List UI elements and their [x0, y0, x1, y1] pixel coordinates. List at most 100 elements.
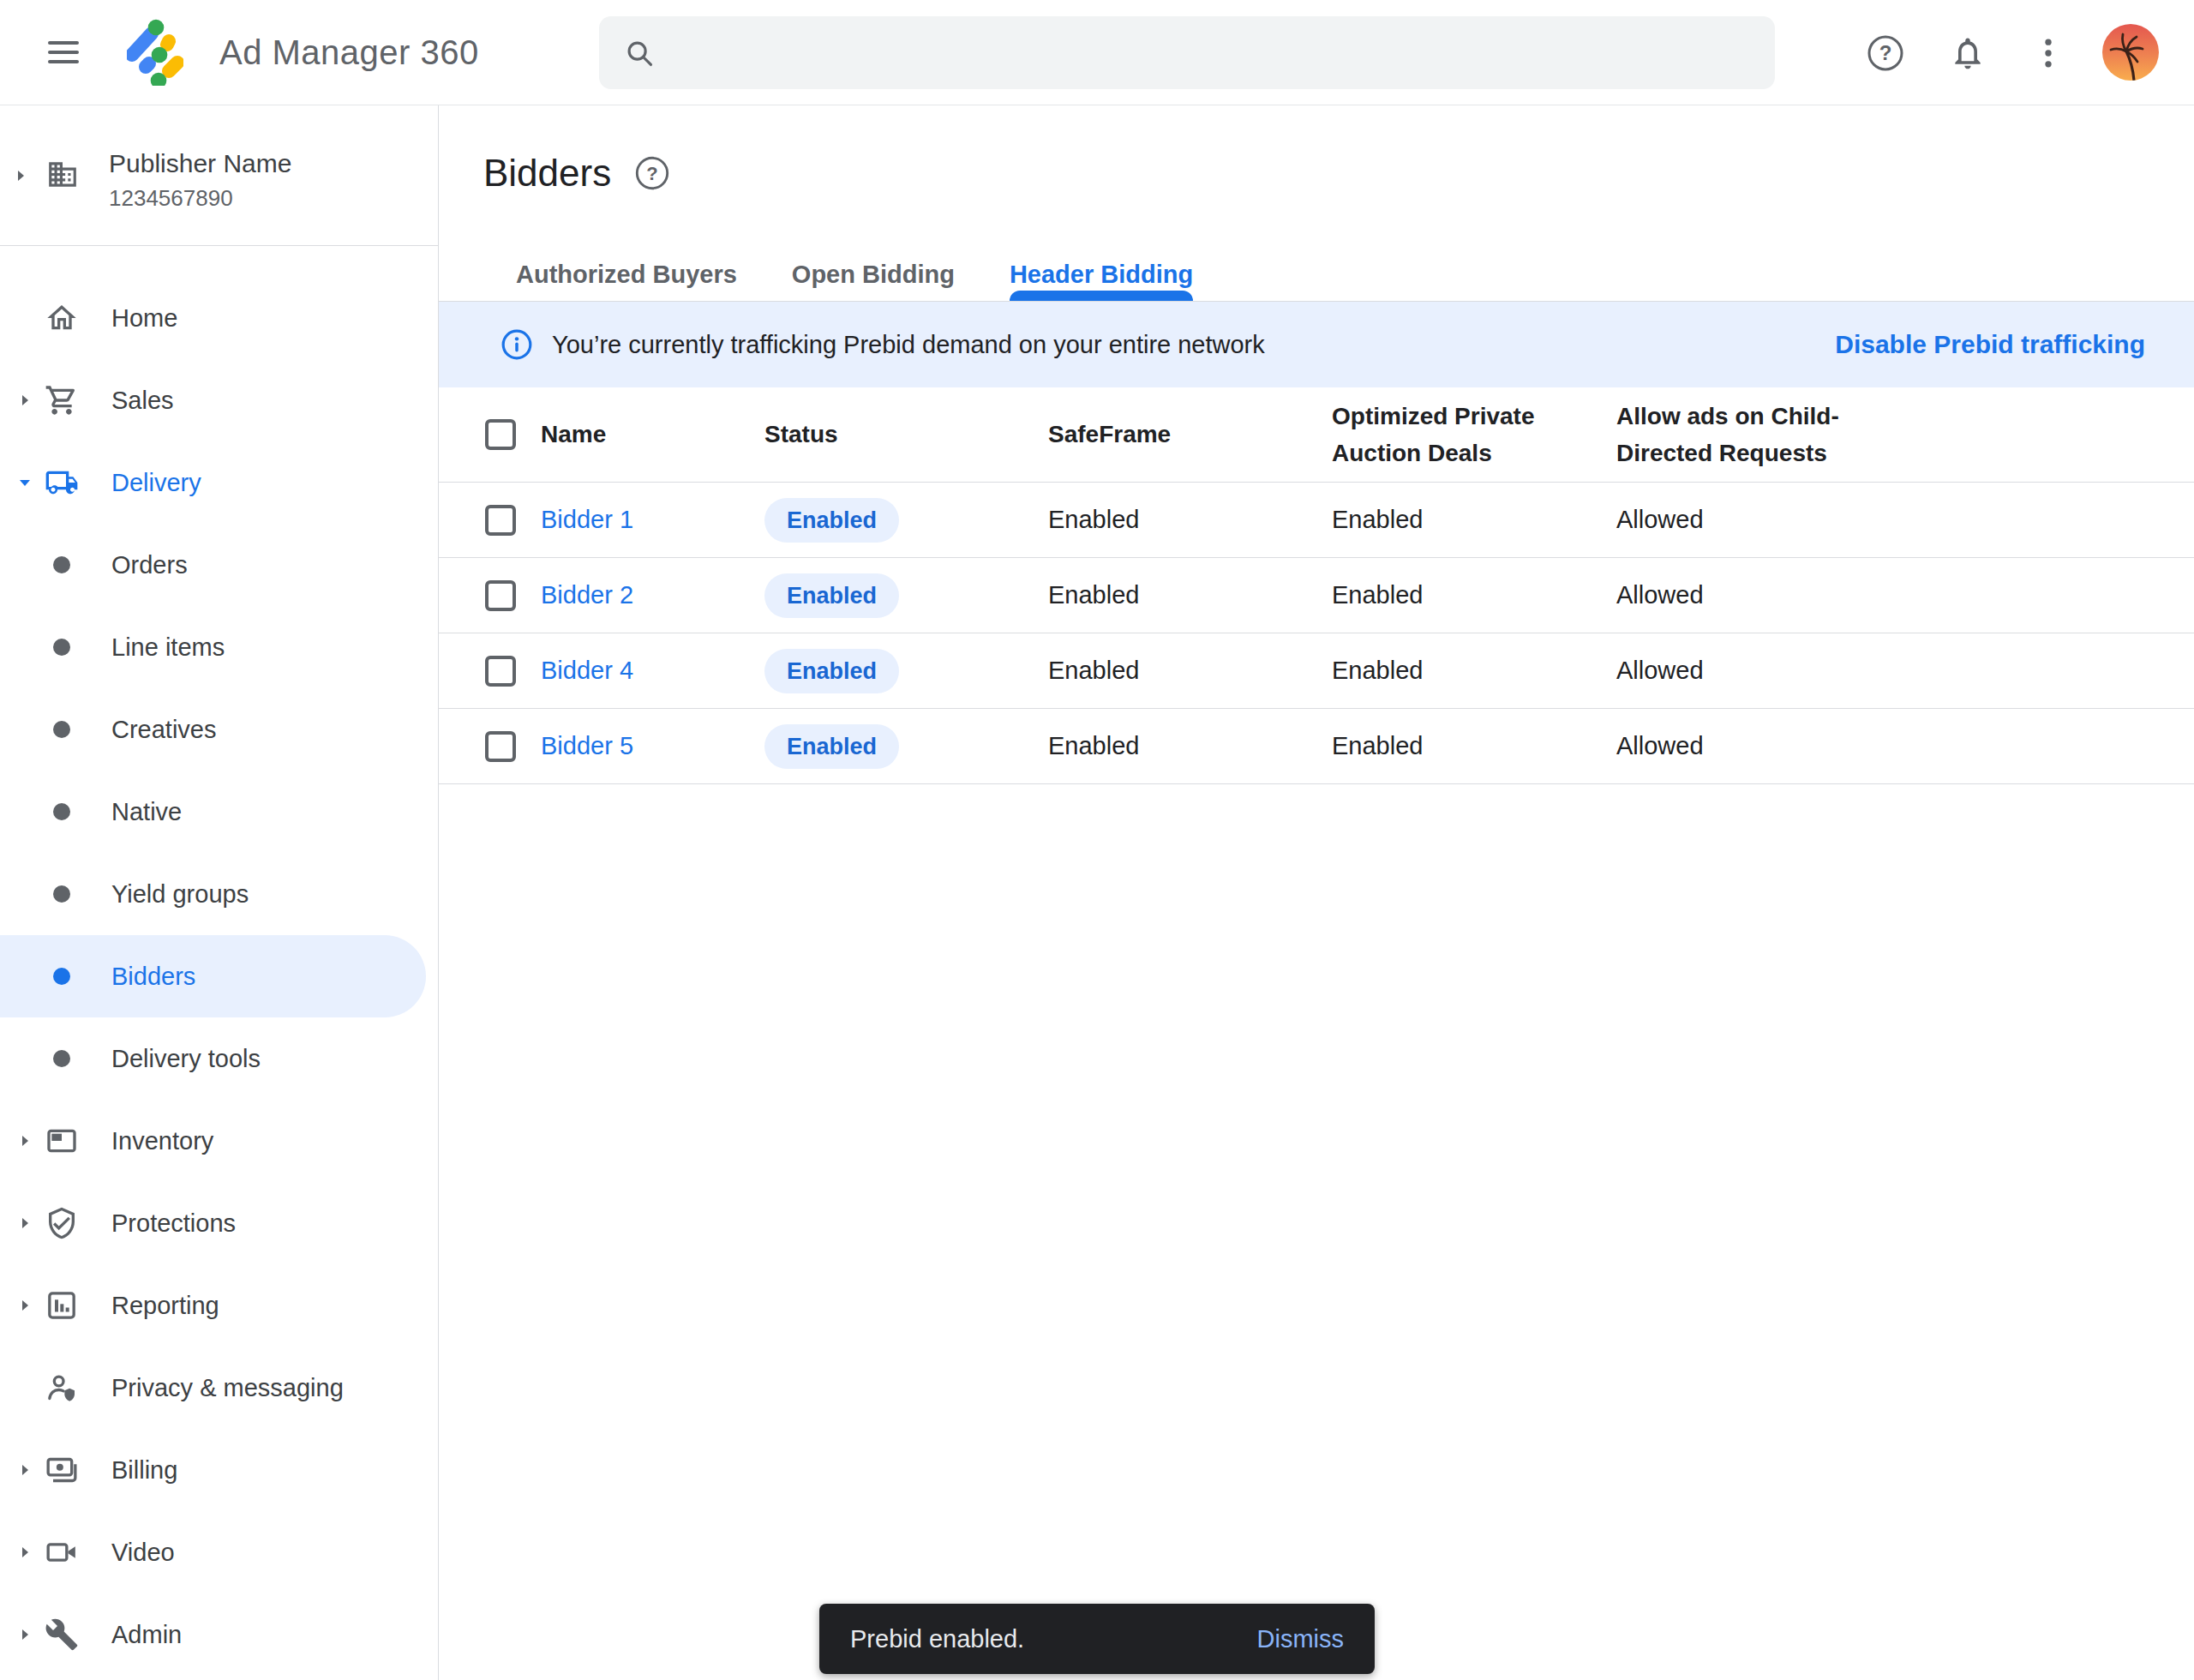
row-checkbox[interactable]	[485, 505, 516, 536]
tab-bar: Authorized Buyers Open Bidding Header Bi…	[439, 241, 2194, 302]
bidder-link[interactable]: Bidder 5	[541, 732, 764, 760]
help-icon[interactable]: ?	[1855, 0, 1915, 105]
building-icon	[46, 158, 79, 190]
bar-chart-icon	[45, 1288, 79, 1323]
expand-right-icon	[17, 1627, 33, 1642]
sidebar-item-sales[interactable]: Sales	[0, 359, 438, 441]
safeframe-cell: Enabled	[1048, 581, 1332, 609]
bidder-link[interactable]: Bidder 4	[541, 657, 764, 685]
child-directed-cell: Allowed	[1616, 506, 2194, 534]
menu-icon[interactable]	[48, 41, 79, 63]
more-options-icon[interactable]	[2018, 0, 2078, 105]
expand-down-icon	[17, 475, 33, 490]
expand-right-icon	[17, 1215, 33, 1231]
sidebar-item-line-items[interactable]: Line items	[0, 606, 438, 688]
opad-cell: Enabled	[1332, 732, 1616, 760]
child-directed-cell: Allowed	[1616, 732, 2194, 760]
toast-message: Prebid enabled.	[850, 1625, 1024, 1653]
bullet-icon	[45, 968, 79, 985]
disable-prebid-link[interactable]: Disable Prebid trafficking	[1835, 330, 2145, 359]
bullet-icon	[45, 556, 79, 573]
safeframe-cell: Enabled	[1048, 506, 1332, 534]
home-icon	[45, 301, 79, 335]
tab-authorized-buyers[interactable]: Authorized Buyers	[516, 241, 737, 301]
bidder-link[interactable]: Bidder 1	[541, 506, 764, 534]
child-directed-cell: Allowed	[1616, 657, 2194, 685]
status-badge: Enabled	[764, 573, 899, 618]
select-all-checkbox[interactable]	[485, 419, 516, 450]
bidders-table: Name Status SafeFrame Optimized Private …	[439, 387, 2194, 784]
bullet-icon	[45, 1050, 79, 1067]
column-header-opad: Optimized Private Auction Deals	[1332, 398, 1546, 472]
table-row: Bidder 5 Enabled Enabled Enabled Allowed	[439, 709, 2194, 784]
snackbar-toast: Prebid enabled. Dismiss	[819, 1604, 1375, 1674]
expand-right-icon	[17, 1298, 33, 1313]
table-row: Bidder 1 Enabled Enabled Enabled Allowed	[439, 483, 2194, 558]
bullet-icon	[45, 885, 79, 903]
sidebar-item-orders[interactable]: Orders	[0, 524, 438, 606]
bidder-link[interactable]: Bidder 2	[541, 581, 764, 609]
publisher-switcher[interactable]: Publisher Name 1234567890	[0, 105, 438, 246]
sidebar-item-delivery[interactable]: Delivery	[0, 441, 438, 524]
person-shield-icon	[45, 1371, 79, 1405]
bullet-icon	[45, 639, 79, 656]
table-row: Bidder 4 Enabled Enabled Enabled Allowed	[439, 633, 2194, 709]
page-title: Bidders	[483, 152, 611, 195]
banner-message: You’re currently trafficking Prebid dema…	[552, 331, 1265, 359]
help-icon[interactable]: ?	[633, 154, 671, 192]
sidebar-menu: Home Sales Delivery Orders Line items	[0, 246, 438, 1676]
status-badge: Enabled	[764, 498, 899, 543]
cart-icon	[45, 383, 79, 417]
avatar[interactable]	[2102, 24, 2159, 81]
sidebar-item-yield-groups[interactable]: Yield groups	[0, 853, 438, 935]
row-checkbox[interactable]	[485, 731, 516, 762]
dismiss-button[interactable]: Dismiss	[1257, 1625, 1345, 1653]
safeframe-cell: Enabled	[1048, 657, 1332, 685]
bullet-icon	[45, 803, 79, 820]
column-header-child-directed: Allow ads on Child-Directed Requests	[1616, 398, 1848, 472]
sidebar-item-protections[interactable]: Protections	[0, 1182, 438, 1264]
publisher-name: Publisher Name	[109, 149, 291, 178]
sidebar-item-reporting[interactable]: Reporting	[0, 1264, 438, 1347]
expand-right-icon	[17, 393, 33, 408]
sidebar-item-creatives[interactable]: Creatives	[0, 688, 438, 771]
shield-check-icon	[45, 1206, 79, 1240]
sidebar-item-video[interactable]: Video	[0, 1511, 438, 1593]
sidebar-item-home[interactable]: Home	[0, 277, 438, 359]
ad-manager-logo-icon	[127, 19, 183, 89]
sidebar-item-native[interactable]: Native	[0, 771, 438, 853]
svg-text:?: ?	[1879, 41, 1892, 64]
opad-cell: Enabled	[1332, 657, 1616, 685]
sidebar-item-bidders[interactable]: Bidders	[0, 935, 426, 1017]
truck-icon	[45, 465, 79, 500]
table-header-row: Name Status SafeFrame Optimized Private …	[439, 387, 2194, 483]
search-icon	[623, 37, 656, 69]
row-checkbox[interactable]	[485, 580, 516, 611]
tab-open-bidding[interactable]: Open Bidding	[792, 241, 955, 301]
tab-indicator	[1010, 291, 1193, 301]
column-header-safeframe: SafeFrame	[1048, 416, 1332, 453]
safeframe-cell: Enabled	[1048, 732, 1332, 760]
info-banner: You’re currently trafficking Prebid dema…	[439, 302, 2194, 387]
column-header-status: Status	[764, 416, 1048, 453]
sidebar-item-admin[interactable]: Admin	[0, 1593, 438, 1676]
expand-right-icon	[13, 168, 28, 183]
sidebar-item-inventory[interactable]: Inventory	[0, 1100, 438, 1182]
sidebar-item-privacy-messaging[interactable]: Privacy & messaging	[0, 1347, 438, 1429]
notifications-bell-icon[interactable]	[1938, 0, 1998, 105]
svg-text:?: ?	[646, 163, 657, 184]
info-icon	[501, 328, 533, 361]
window-icon	[45, 1124, 79, 1158]
child-directed-cell: Allowed	[1616, 581, 2194, 609]
row-checkbox[interactable]	[485, 656, 516, 687]
bullet-icon	[45, 721, 79, 738]
publisher-id: 1234567890	[109, 185, 291, 212]
video-camera-icon	[45, 1535, 79, 1569]
opad-cell: Enabled	[1332, 581, 1616, 609]
sidebar-item-billing[interactable]: Billing	[0, 1429, 438, 1511]
sidebar-item-delivery-tools[interactable]: Delivery tools	[0, 1017, 438, 1100]
status-badge: Enabled	[764, 724, 899, 769]
search-input[interactable]	[599, 16, 1775, 89]
table-row: Bidder 2 Enabled Enabled Enabled Allowed	[439, 558, 2194, 633]
tab-header-bidding[interactable]: Header Bidding	[1010, 241, 1193, 301]
